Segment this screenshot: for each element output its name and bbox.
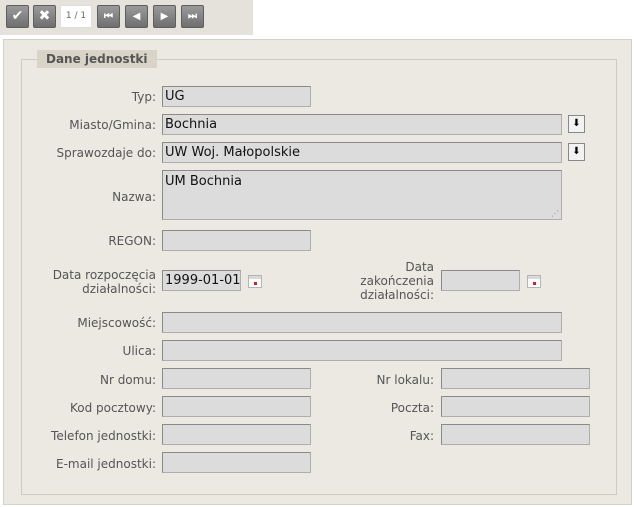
- prev-record-icon[interactable]: ◀: [125, 5, 148, 28]
- first-record-icon[interactable]: ⏮: [97, 5, 120, 28]
- sprawozdaje-field[interactable]: UW Woj. Małopolskie: [162, 142, 562, 163]
- miasto-dropdown-icon[interactable]: ⬇: [568, 115, 585, 133]
- sprawozdaje-dropdown-icon[interactable]: ⬇: [568, 143, 585, 161]
- data-rozpoczecia-label-line2: działalności:: [82, 282, 156, 296]
- nr-domu-label: Nr domu:: [99, 373, 156, 387]
- sprawozdaje-label: Sprawozdaje do:: [56, 146, 156, 160]
- kod-pocztowy-label: Kod pocztowy:: [69, 401, 156, 415]
- resize-grip-icon[interactable]: ⋰: [551, 210, 559, 218]
- typ-label: Typ:: [131, 90, 156, 104]
- nazwa-textarea[interactable]: UM Bochnia ⋰: [162, 170, 562, 220]
- miejscowosc-field[interactable]: [162, 312, 562, 333]
- typ-field[interactable]: UG: [162, 86, 311, 107]
- regon-field[interactable]: [162, 230, 311, 251]
- nr-domu-field[interactable]: [162, 368, 311, 389]
- data-zakonczenia-label: Data zakończenia działalności:: [330, 260, 434, 302]
- email-field[interactable]: [162, 452, 311, 473]
- miasto-label: Miasto/Gmina:: [69, 118, 156, 132]
- poczta-field[interactable]: [441, 396, 590, 417]
- fax-label: Fax:: [409, 429, 434, 443]
- telefon-label: Telefon jednostki:: [51, 429, 156, 443]
- nr-lokalu-label: Nr lokalu:: [376, 373, 434, 387]
- record-counter: 1 / 1: [60, 5, 92, 28]
- data-zakonczenia-label-line3: działalności:: [360, 288, 434, 302]
- data-rozpoczecia-label: Data rozpoczęcia działalności:: [40, 268, 156, 296]
- kod-pocztowy-field[interactable]: [162, 396, 311, 417]
- fieldset-legend: Dane jednostki: [37, 50, 157, 68]
- nazwa-value: UM Bochnia: [165, 174, 242, 189]
- fax-field[interactable]: [441, 424, 590, 445]
- miasto-field[interactable]: Bochnia: [162, 114, 562, 135]
- ulica-field[interactable]: [162, 340, 562, 361]
- x-icon[interactable]: ✖: [33, 5, 56, 28]
- poczta-label: Poczta:: [390, 401, 434, 415]
- nazwa-label: Nazwa:: [112, 190, 156, 204]
- nr-lokalu-field[interactable]: [441, 368, 590, 389]
- toolbar: ✔ ✖ 1 / 1 ⏮ ◀ ▶ ⏭: [0, 0, 253, 35]
- calendar-icon[interactable]: [527, 275, 541, 288]
- calendar-icon[interactable]: [248, 275, 262, 288]
- data-rozpoczecia-label-line1: Data rozpoczęcia: [52, 268, 156, 282]
- data-zakonczenia-field[interactable]: [441, 270, 520, 291]
- data-rozpoczecia-field[interactable]: 1999-01-01: [162, 270, 241, 291]
- data-zakonczenia-label-line1: Data: [405, 260, 434, 274]
- regon-label: REGON:: [108, 234, 156, 248]
- last-record-icon[interactable]: ⏭: [181, 5, 204, 28]
- next-record-icon[interactable]: ▶: [153, 5, 176, 28]
- telefon-field[interactable]: [162, 424, 311, 445]
- data-zakonczenia-label-line2: zakończenia: [360, 274, 434, 288]
- check-icon[interactable]: ✔: [6, 5, 29, 28]
- miejscowosc-label: Miejscowość:: [77, 316, 156, 330]
- ulica-label: Ulica:: [122, 344, 156, 358]
- email-label: E-mail jednostki:: [55, 457, 156, 471]
